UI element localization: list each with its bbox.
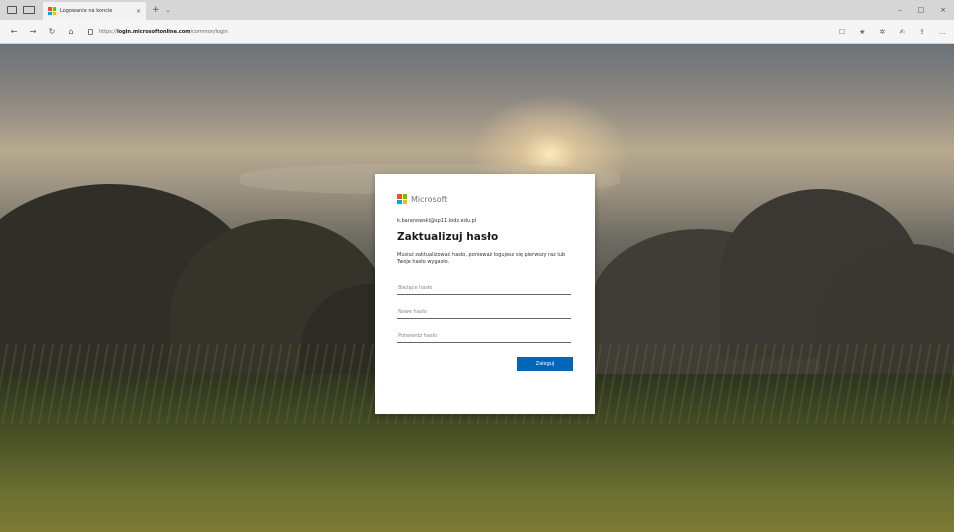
set-aside-tabs-icon[interactable] [23,6,35,14]
confirm-password-field[interactable] [397,329,571,343]
tab-actions-icon[interactable] [7,6,17,14]
tab-title: Logowanie na koncie [60,8,113,14]
update-password-card: Microsoft k.baranowski@sp11.lodz.edu.pl … [375,174,595,414]
close-window-button[interactable]: × [940,6,946,14]
page-title: Zaktualizuj hasło [397,231,499,243]
description-text: Musisz zaktualizować hasło, ponieważ log… [397,252,566,265]
tab-list-dropdown-icon[interactable]: ⌄ [166,7,171,14]
tab-close-icon[interactable]: × [136,8,141,15]
brand-name: Microsoft [411,194,448,204]
new-password-field[interactable] [397,305,571,319]
share-icon[interactable]: ⇪ [919,28,925,36]
lock-icon [88,28,93,35]
microsoft-brand: Microsoft [397,194,573,204]
minimize-button[interactable]: – [898,6,902,14]
microsoft-logo-icon [397,194,407,204]
back-arrow-icon[interactable]: ← [9,27,19,36]
current-password-field[interactable] [397,281,571,295]
sign-in-button[interactable]: Zaloguj [517,357,573,371]
account-identifier: k.baranowski@sp11.lodz.edu.pl [397,218,477,224]
hub-icon[interactable]: ✲ [879,28,885,36]
notes-icon[interactable]: ✍ [899,28,905,36]
url-field[interactable]: https://login.microsoftonline.com/common… [88,28,228,35]
address-bar: ← → ↻ ⌂ https://login.microsoftonline.co… [0,20,954,44]
browser-tab-bar: Logowanie na koncie × + ⌄ – □ × [0,0,954,20]
toolbar-right: ☐ ★ ✲ ✍ ⇪ … [839,28,954,36]
reading-view-icon[interactable]: ☐ [839,28,845,36]
microsoft-favicon-icon [48,7,56,15]
window-controls: – □ × [898,6,954,14]
maximize-button[interactable]: □ [918,6,925,14]
url-text: https://login.microsoftonline.com/common… [99,28,228,35]
refresh-icon[interactable]: ↻ [47,27,57,36]
new-tab-button[interactable]: + [152,5,160,15]
more-icon[interactable]: … [939,28,946,36]
button-row: Zaloguj [397,357,573,371]
forward-arrow-icon[interactable]: → [28,27,38,36]
home-icon[interactable]: ⌂ [66,27,76,36]
browser-tab[interactable]: Logowanie na koncie × [43,2,146,20]
star-icon[interactable]: ★ [859,28,865,36]
